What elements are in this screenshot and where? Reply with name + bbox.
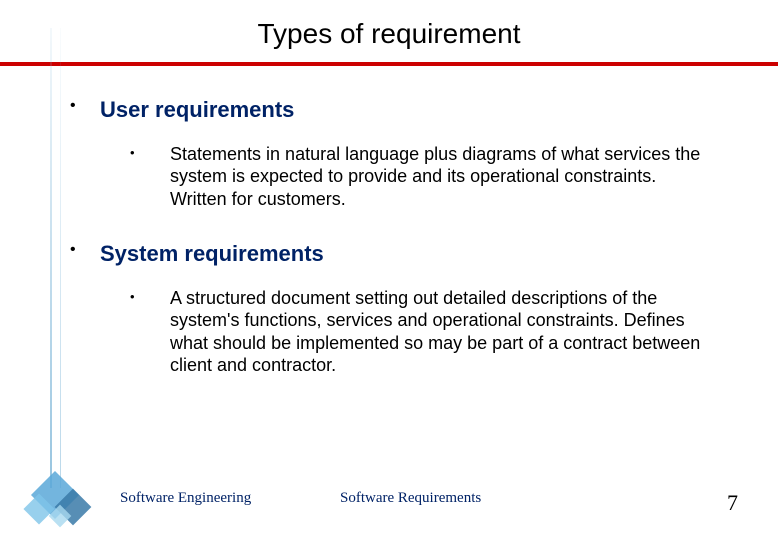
bullet-icon: • — [130, 287, 170, 377]
bullet-icon: • — [70, 96, 100, 125]
sub-text: A structured document setting out detail… — [170, 287, 728, 377]
slide-content: • User requirements • Statements in natu… — [0, 66, 778, 377]
footer-left-text: Software Engineering — [120, 490, 251, 507]
sub-text: Statements in natural language plus diag… — [170, 143, 728, 211]
sub-bullet-item: • A structured document setting out deta… — [130, 287, 728, 377]
main-bullet-item: • User requirements — [70, 96, 728, 125]
footer-center-text: Software Requirements — [340, 490, 481, 507]
main-heading: System requirements — [100, 240, 728, 269]
slide-title: Types of requirement — [0, 0, 778, 62]
bullet-icon: • — [130, 143, 170, 211]
main-heading: User requirements — [100, 96, 728, 125]
bullet-icon: • — [70, 240, 100, 269]
slide-footer: Software Engineering Software Requiremen… — [0, 490, 778, 520]
sub-bullet-item: • Statements in natural language plus di… — [130, 143, 728, 211]
main-bullet-item: • System requirements — [70, 240, 728, 269]
page-number: 7 — [727, 490, 738, 516]
